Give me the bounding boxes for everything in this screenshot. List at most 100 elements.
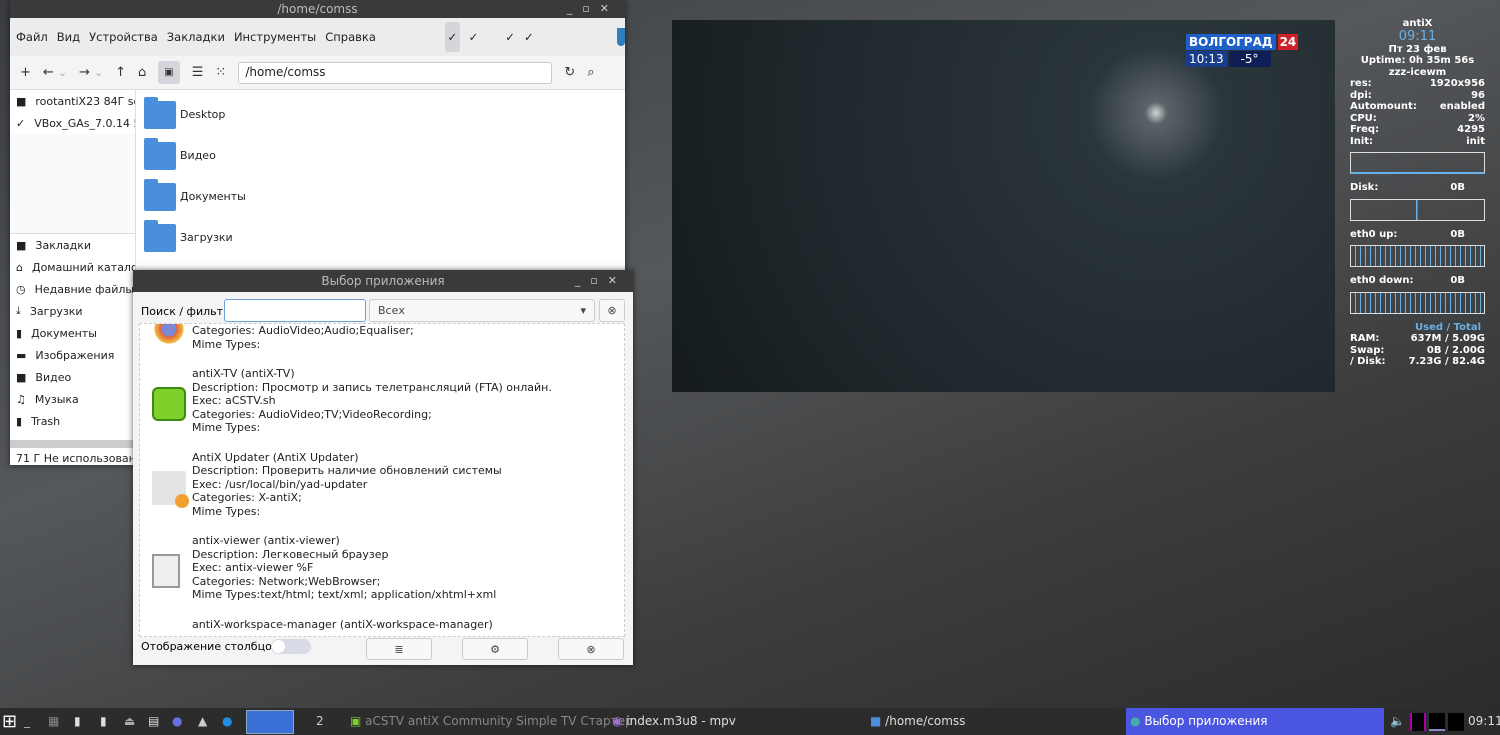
place-music[interactable]: ♫ Музыка <box>10 388 135 410</box>
back-icon[interactable]: ← ⌄ <box>43 65 67 80</box>
shield-launcher-icon[interactable]: ● <box>222 708 232 735</box>
channel-logo: ВОЛГОГРАД 24 10:13 -5° <box>1186 34 1299 67</box>
place-label: Домашний каталог <box>31 260 135 274</box>
place-downloads[interactable]: ⤓ Загрузки <box>10 300 135 322</box>
file-manager-titlebar[interactable]: /home/comss _▫✕ <box>10 0 625 18</box>
window-controls[interactable]: _▫✕ <box>575 270 627 292</box>
channel-name: ВОЛГОГРАД <box>1186 34 1276 50</box>
check-icon[interactable]: ✓ <box>469 30 479 44</box>
place-trash[interactable]: ▮ Trash <box>10 410 135 432</box>
new-tab-icon[interactable]: + <box>20 65 31 80</box>
toolbar: + ← ⌄ → ⌄ ↑ ⌂ ▣ ☰ ⁙ /home/comss ↻ ⌕ <box>10 56 625 90</box>
taskbar-clock[interactable]: 09:11 <box>1468 708 1500 735</box>
folder-item[interactable]: Desktop <box>136 94 246 135</box>
place-bookmarks[interactable]: ■ Закладки <box>10 234 135 256</box>
drop-launcher-icon[interactable]: ▲ <box>198 708 207 735</box>
app-grid-icon[interactable]: ▦ <box>48 708 59 735</box>
list-item[interactable]: antiX-workspace-manager (antiX-workspace… <box>140 618 624 632</box>
menu-devices[interactable]: Устройства <box>89 30 158 44</box>
place-images[interactable]: ▬ Изображения <box>10 344 135 366</box>
folder-icon <box>144 178 176 211</box>
list-item[interactable]: AntiX Updater (AntiX Updater) Description… <box>140 451 624 519</box>
up-icon[interactable]: ↑ <box>115 65 126 80</box>
menu-view[interactable]: Вид <box>57 30 80 44</box>
check-icon[interactable]: ✓ <box>505 30 515 44</box>
shield-icon[interactable] <box>616 28 625 46</box>
place-documents[interactable]: ▮ Документы <box>10 322 135 344</box>
device-item[interactable]: ■ rootantiX23 84Г sda1 <box>10 90 135 112</box>
uptime: Uptime: 0h 35m 56s <box>1360 55 1475 66</box>
menu-help[interactable]: Справка <box>325 30 376 44</box>
stat-row: Automount: enabled <box>1350 101 1485 112</box>
list-item[interactable]: antiX-TV (antiX-TV) Description: Просмотр… <box>140 367 624 435</box>
grid-view-icon[interactable]: ⁙ <box>215 65 226 80</box>
clear-filter-button[interactable]: ⊗ <box>599 299 625 322</box>
folder-item[interactable]: Документы <box>136 176 246 217</box>
app-list[interactable]: Categories: AudioVideo;Audio;Equaliser; M… <box>139 323 625 637</box>
task-acstv[interactable]: ▣ aCSTV antiX Community Simple TV Старте… <box>350 708 633 735</box>
close-circle-icon: ⊗ <box>586 642 596 656</box>
device-item[interactable]: ✓ VBox_GAs_7.0.14 51I <box>10 112 135 134</box>
cpu-graph <box>1350 152 1485 174</box>
dialog-titlebar[interactable]: Выбор приложения _▫✕ <box>133 270 633 292</box>
dialog-title: Выбор приложения <box>321 274 445 288</box>
place-home[interactable]: ⌂ Домашний каталог <box>10 256 135 278</box>
list-view-icon[interactable]: ☰ <box>192 65 204 80</box>
reload-icon[interactable]: ↻ <box>564 65 575 80</box>
channel-number: 24 <box>1277 34 1299 50</box>
home-icon: ⌂ <box>16 260 23 274</box>
task-mpv[interactable]: ◉ index.m3u8 - mpv <box>612 708 736 735</box>
filter-input[interactable] <box>224 299 366 322</box>
path-input[interactable]: /home/comss <box>238 61 553 84</box>
stat-row: CPU: 2% <box>1350 112 1485 124</box>
equalizer-icon <box>152 324 186 346</box>
eth-down-graph <box>1350 291 1485 314</box>
check-icon[interactable]: ✓ <box>524 30 534 44</box>
used-total-header: Used / Total <box>1415 321 1481 333</box>
download-icon: ⤓ <box>16 304 21 317</box>
video-player[interactable]: ВОЛГОГРАД 24 10:13 -5° <box>672 20 1335 392</box>
date: Пт 23 фев <box>1388 43 1447 55</box>
menu-bookmarks[interactable]: Закладки <box>167 30 225 44</box>
folder-item[interactable]: Видео <box>136 135 246 176</box>
close-button[interactable]: ⊗ <box>558 638 624 660</box>
list-button[interactable]: ≣ <box>366 638 432 660</box>
hostname: antiX <box>1402 18 1433 29</box>
check-icon[interactable]: ✓ <box>444 22 460 52</box>
folder-name: Документы <box>180 190 246 203</box>
workspace-1[interactable] <box>246 710 294 734</box>
files-launcher-icon[interactable]: ▤ <box>148 708 159 735</box>
clipboard-launcher-icon[interactable]: ▮ <box>100 708 107 735</box>
device-label: rootantiX23 84Г sda1 <box>35 94 135 108</box>
window-title: /home/comss <box>277 2 358 16</box>
columns-toggle[interactable] <box>271 639 311 654</box>
forward-icon[interactable]: → ⌄ <box>79 65 103 80</box>
browser-launcher-icon[interactable]: ● <box>172 708 182 735</box>
updater-launcher-icon[interactable]: ▮ <box>74 708 81 735</box>
folder-item[interactable]: Загрузки <box>136 217 246 258</box>
category-select[interactable]: Всех ▾ <box>369 299 595 322</box>
show-desktop-icon[interactable]: _ <box>24 708 30 735</box>
menu-tools[interactable]: Инструменты <box>234 30 316 44</box>
menu-file[interactable]: Файл <box>16 30 48 44</box>
scrollbar[interactable] <box>10 440 135 448</box>
search-icon[interactable]: ⌕ <box>587 65 594 80</box>
eject-launcher-icon[interactable]: ⏏ <box>124 708 135 735</box>
place-recent[interactable]: ◷ Недавние файлы <box>10 278 135 300</box>
home-icon[interactable]: ⌂ <box>138 65 146 80</box>
list-item[interactable]: antix-viewer (antix-viewer) Description: … <box>140 534 624 602</box>
task-app-chooser[interactable]: ● Выбор приложения <box>1126 708 1384 735</box>
browser-icon <box>152 554 180 588</box>
list-item[interactable]: Categories: AudioVideo;Audio;Equaliser; M… <box>140 324 624 351</box>
place-video[interactable]: ■ Видео <box>10 366 135 388</box>
system-monitor: antiX 09:11 Пт 23 фев Uptime: 0h 35m 56s… <box>1350 18 1485 368</box>
volume-icon[interactable]: 🔈 <box>1390 708 1405 735</box>
settings-button[interactable]: ⚙ <box>462 638 528 660</box>
start-menu-icon[interactable]: ⊞ <box>2 708 17 735</box>
pane-icon[interactable]: ▣ <box>158 61 180 84</box>
clock-icon: ◷ <box>16 282 26 296</box>
app-icon: ● <box>1130 714 1141 728</box>
window-controls[interactable]: _▫✕ <box>567 0 619 18</box>
workspace-2[interactable]: 2 <box>316 708 324 735</box>
task-file-manager[interactable]: ■ /home/comss <box>870 708 965 735</box>
